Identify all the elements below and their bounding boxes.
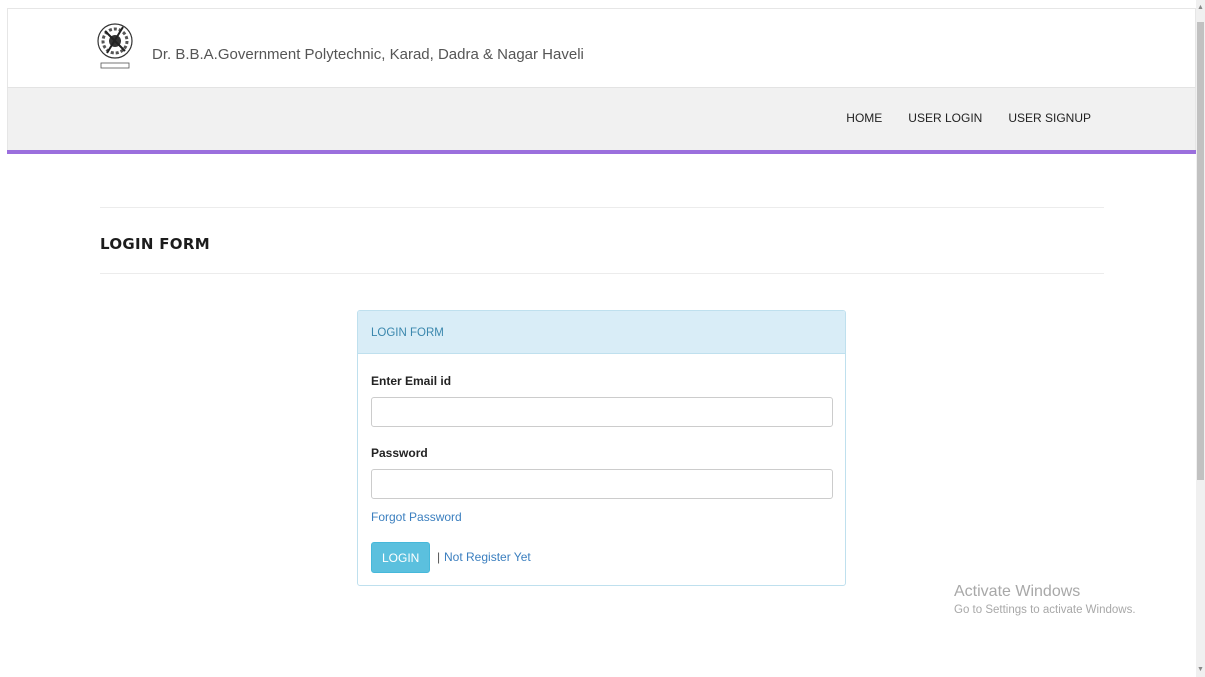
login-panel-title: LOGIN FORM: [358, 311, 845, 354]
scroll-thumb[interactable]: [1197, 22, 1204, 480]
divider-bottom: [100, 273, 1104, 274]
nav-home[interactable]: HOME: [846, 111, 882, 125]
forgot-password-link[interactable]: Forgot Password: [371, 510, 462, 524]
register-link[interactable]: Not Register Yet: [444, 550, 531, 564]
watermark-title: Activate Windows: [954, 583, 1081, 600]
college-emblem-logo: [93, 13, 149, 81]
email-field[interactable]: [371, 397, 833, 427]
main-nav: HOME USER LOGIN USER SIGNUP: [846, 111, 1091, 125]
scroll-down-arrow-icon[interactable]: ▼: [1197, 666, 1204, 673]
vertical-scrollbar[interactable]: ▲ ▼: [1196, 0, 1205, 677]
page-title: LOGIN FORM: [100, 235, 210, 253]
nav-user-signup[interactable]: USER SIGNUP: [1008, 111, 1091, 125]
link-separator: |: [437, 550, 441, 564]
password-label: Password: [371, 446, 428, 460]
nav-accent-line: [7, 150, 1196, 154]
site-title: Dr. B.B.A.Government Polytechnic, Karad,…: [152, 46, 584, 63]
nav-user-login[interactable]: USER LOGIN: [908, 111, 982, 125]
email-label: Enter Email id: [371, 374, 452, 388]
divider-top: [100, 207, 1104, 208]
password-field[interactable]: [371, 469, 833, 499]
login-button[interactable]: LOGIN: [371, 542, 431, 573]
watermark-subtitle: Go to Settings to activate Windows.: [954, 604, 1136, 616]
activate-windows-watermark: Activate Windows Go to Settings to activ…: [954, 583, 1136, 616]
login-panel: LOGIN FORM Enter Email id Password Forgo…: [357, 310, 846, 586]
scroll-up-arrow-icon[interactable]: ▲: [1197, 4, 1204, 11]
